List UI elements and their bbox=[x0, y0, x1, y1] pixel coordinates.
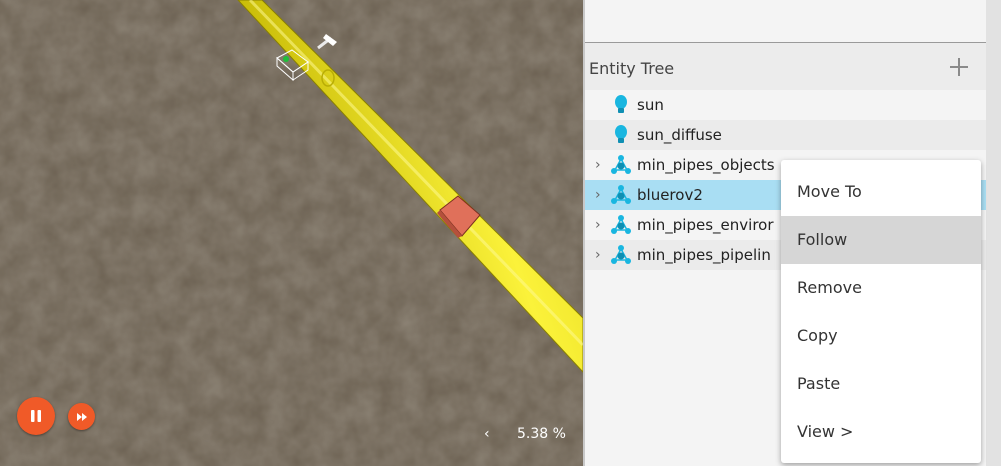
menu-item-label: Move To bbox=[797, 182, 862, 201]
tree-item-label: min_pipes_pipelin bbox=[637, 246, 771, 264]
real-time-factor: 5.38 % bbox=[517, 426, 566, 442]
3d-viewport[interactable]: ‹ 5.38 % bbox=[0, 0, 583, 466]
menu-item-view[interactable]: View > bbox=[781, 408, 981, 456]
panel-top-area bbox=[585, 0, 986, 43]
menu-item-label: Paste bbox=[797, 374, 841, 393]
rtf-expand-chevron[interactable]: ‹ bbox=[484, 426, 490, 442]
menu-item-remove[interactable]: Remove bbox=[781, 264, 981, 312]
tree-item-label: min_pipes_enviror bbox=[637, 216, 774, 234]
menu-item-label: Copy bbox=[797, 326, 838, 345]
expand-chevron-icon[interactable]: › bbox=[595, 217, 605, 233]
tree-item-sun-diffuse[interactable]: sun_diffuse bbox=[585, 120, 986, 150]
tree-item-label: sun bbox=[637, 96, 664, 114]
scene-render bbox=[0, 0, 583, 466]
expand-chevron-icon[interactable]: › bbox=[595, 187, 605, 203]
menu-item-follow[interactable]: Follow bbox=[781, 216, 981, 264]
pause-button[interactable] bbox=[17, 397, 55, 435]
menu-item-label: View > bbox=[797, 422, 854, 441]
context-menu: Move To Follow Remove Copy Paste View > bbox=[781, 160, 981, 463]
menu-item-paste[interactable]: Paste bbox=[781, 360, 981, 408]
model-icon bbox=[611, 185, 631, 204]
step-forward-button[interactable] bbox=[68, 403, 95, 430]
model-icon bbox=[611, 215, 631, 234]
tree-item-sun[interactable]: sun bbox=[585, 90, 986, 120]
menu-item-label: Follow bbox=[797, 230, 848, 249]
plus-icon bbox=[950, 58, 968, 76]
model-icon bbox=[611, 155, 631, 174]
menu-item-copy[interactable]: Copy bbox=[781, 312, 981, 360]
menu-item-move-to[interactable]: Move To bbox=[781, 168, 981, 216]
pause-icon bbox=[31, 410, 41, 422]
tree-item-label: min_pipes_objects bbox=[637, 156, 775, 174]
light-bulb-icon bbox=[615, 125, 627, 143]
tree-item-label: sun_diffuse bbox=[637, 126, 722, 144]
add-entity-button[interactable] bbox=[945, 53, 973, 81]
panel-scrollbar[interactable] bbox=[986, 0, 1001, 466]
light-bulb-icon bbox=[615, 95, 627, 113]
entity-tree-title: Entity Tree bbox=[589, 59, 675, 78]
expand-chevron-icon[interactable]: › bbox=[595, 157, 605, 173]
tree-item-label: bluerov2 bbox=[637, 186, 703, 204]
expand-chevron-icon[interactable]: › bbox=[595, 247, 605, 263]
menu-item-label: Remove bbox=[797, 278, 862, 297]
model-icon bbox=[611, 245, 631, 264]
fast-forward-icon bbox=[76, 412, 87, 421]
